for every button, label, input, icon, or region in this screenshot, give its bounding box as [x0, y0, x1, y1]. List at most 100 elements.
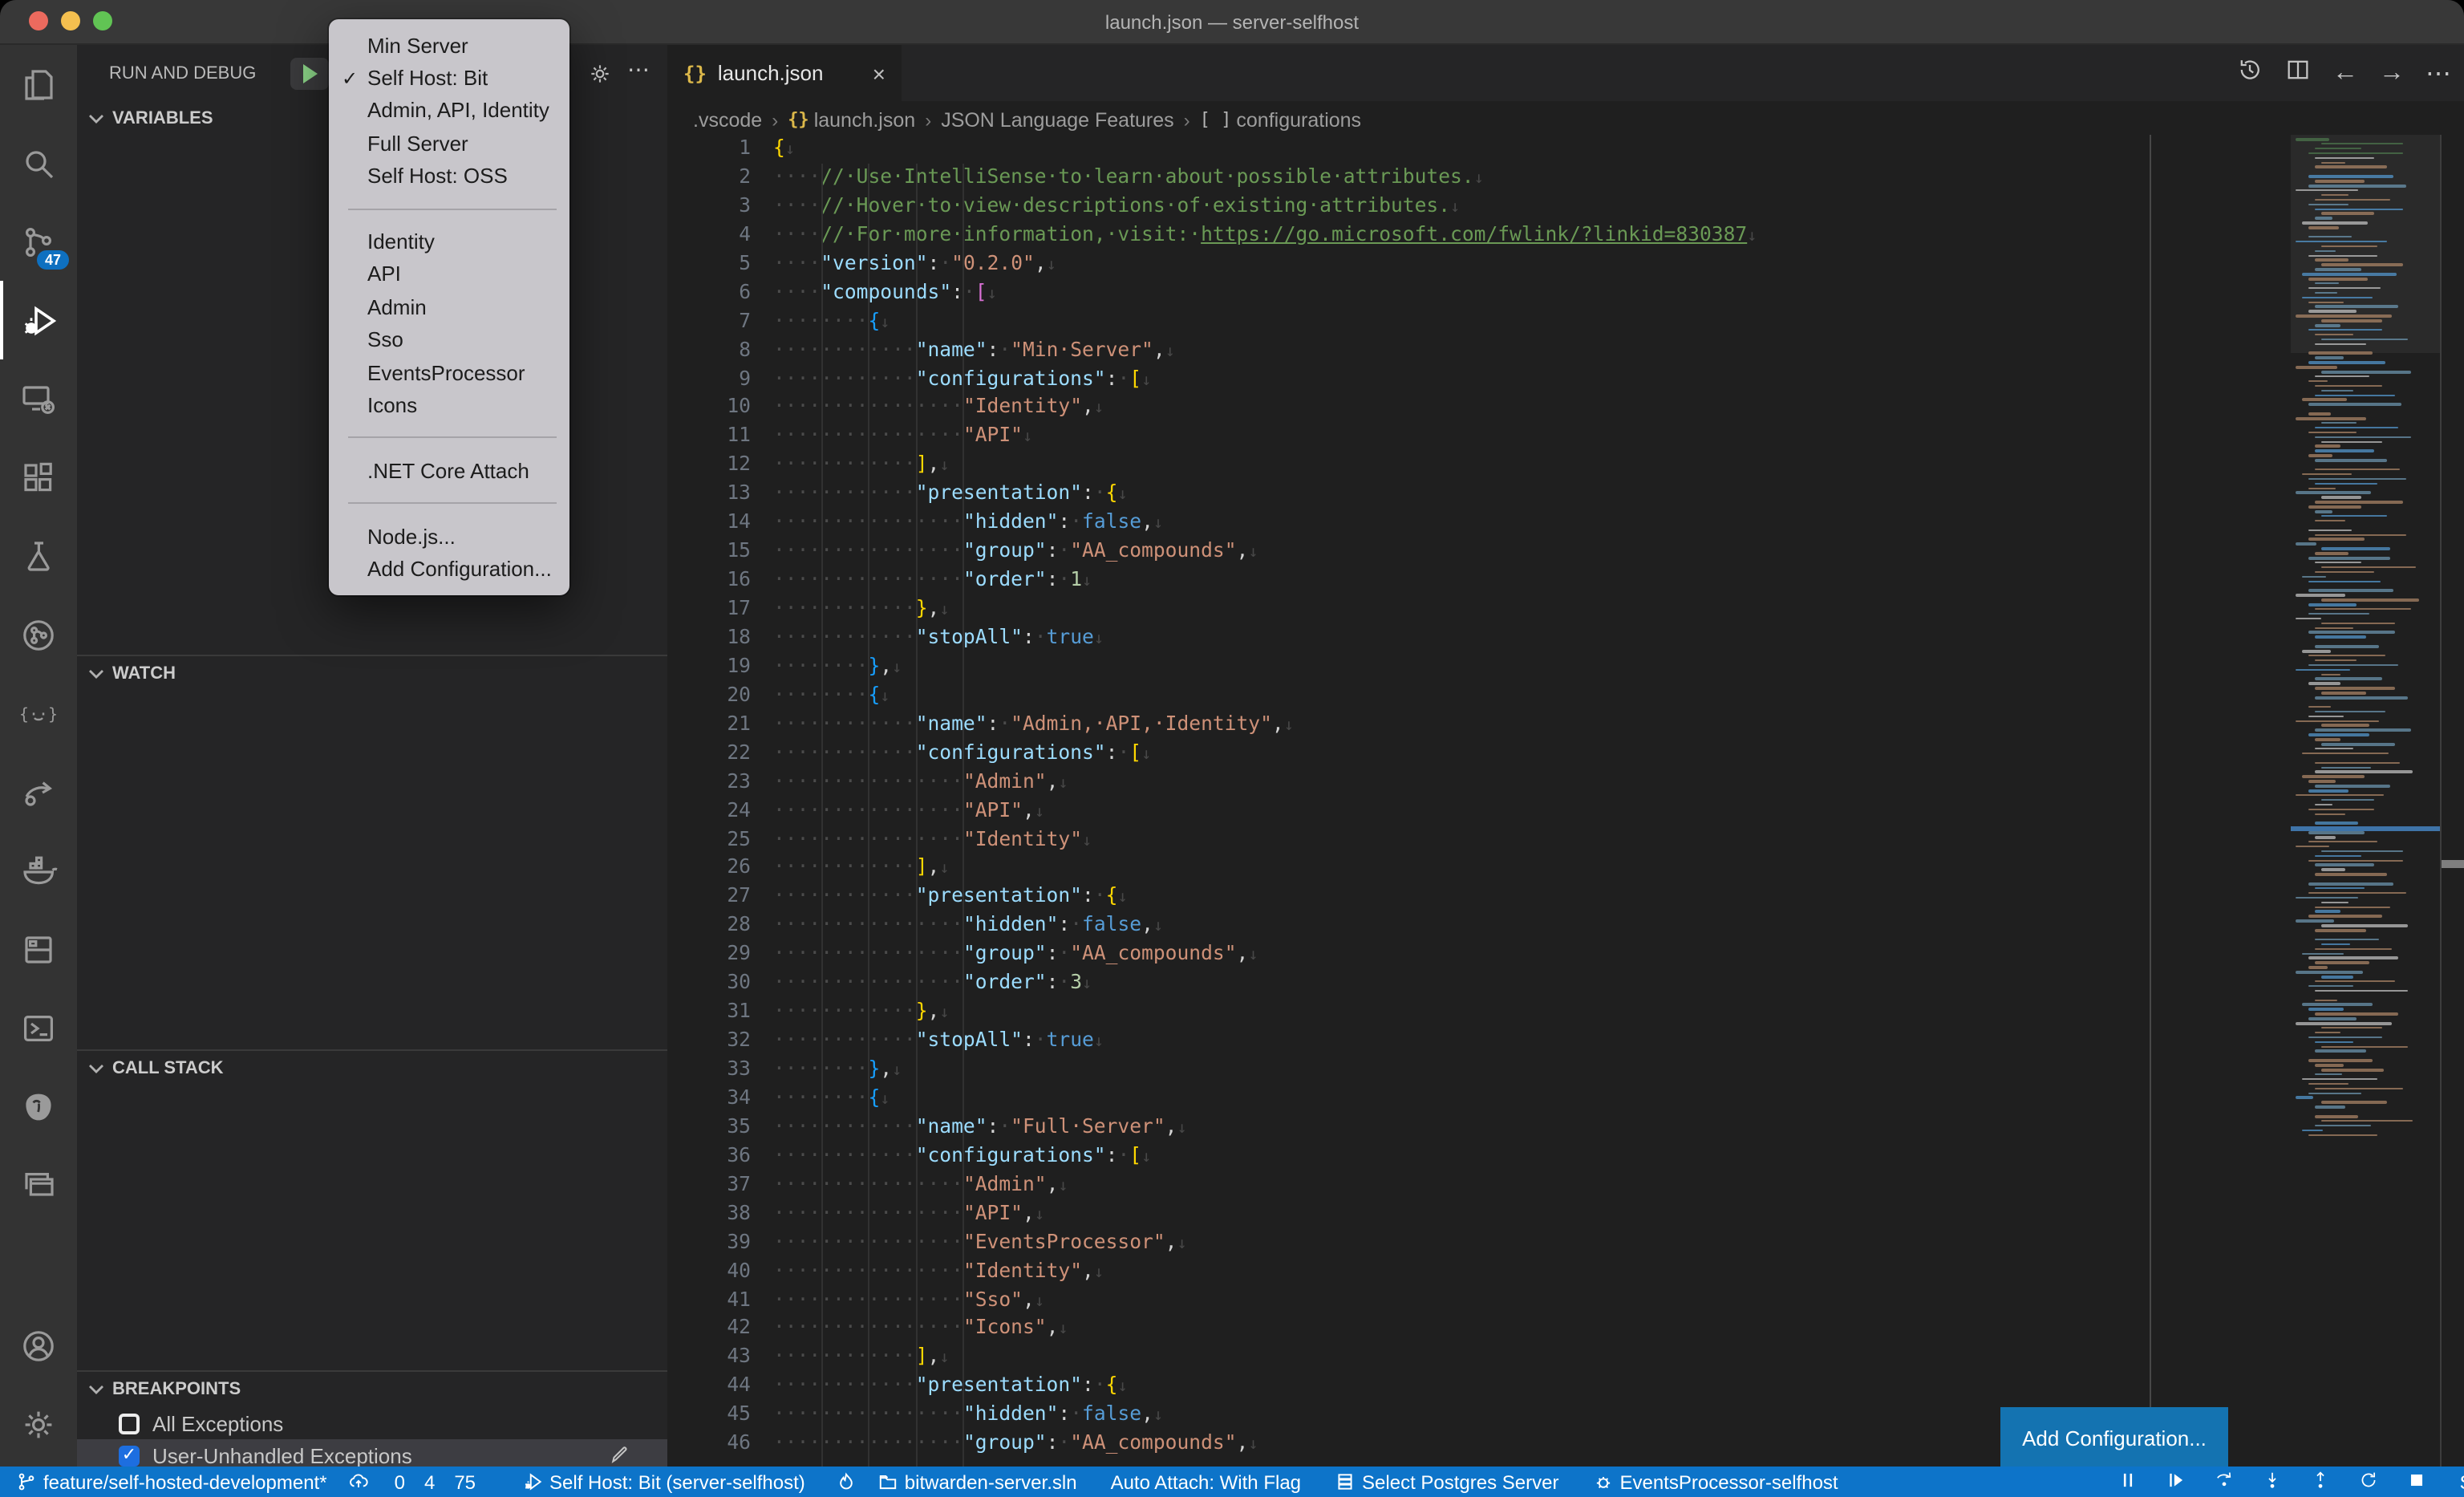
menu-item-node-js[interactable]: Node.js...	[329, 520, 569, 553]
code-line[interactable]: 6····"compounds":·[↓	[667, 278, 2464, 307]
postgres-icon[interactable]	[0, 1067, 77, 1146]
code-line[interactable]: 43············],↓	[667, 1344, 2464, 1373]
debug-settings-gear-icon[interactable]	[587, 60, 613, 86]
code-line[interactable]: 36············"configurations":·[↓	[667, 1142, 2464, 1171]
code-line[interactable]: 5····"version":·"0.2.0",↓	[667, 250, 2464, 279]
debug-session-item[interactable]: EventsProcessor-selfhost	[1592, 1471, 1838, 1493]
braces-icon[interactable]: {··}	[0, 674, 77, 753]
code-line[interactable]: 41················"Sso",↓	[667, 1286, 2464, 1315]
code-line[interactable]: 13············"presentation":·{↓	[667, 481, 2464, 509]
code-line[interactable]: 7········{↓	[667, 307, 2464, 336]
continue-icon[interactable]	[2166, 1469, 2187, 1495]
code-line[interactable]: 26············],↓	[667, 854, 2464, 883]
explorer-icon[interactable]	[0, 45, 77, 124]
breadcrumb-root[interactable]: .vscode	[693, 108, 762, 131]
extensions-icon[interactable]	[0, 438, 77, 517]
code-line[interactable]: 34········{↓	[667, 1085, 2464, 1114]
code-line[interactable]: 20········{↓	[667, 682, 2464, 711]
spell-checker-item[interactable]: Spell	[2454, 1471, 2464, 1493]
breakpoint-row[interactable]: All Exceptions	[77, 1407, 667, 1439]
step-over-icon[interactable]	[2215, 1469, 2235, 1495]
menu-item-self-host-oss[interactable]: Self Host: OSS	[329, 160, 569, 193]
menu-item-self-host-bit[interactable]: ✓Self Host: Bit	[329, 62, 569, 95]
code-line[interactable]: 33········},↓	[667, 1056, 2464, 1085]
menu-item-api[interactable]: API	[329, 258, 569, 290]
checkbox-unchecked[interactable]	[119, 1413, 140, 1434]
menu-item-icons[interactable]: Icons	[329, 389, 569, 422]
menu-item-identity[interactable]: Identity	[329, 225, 569, 258]
code-line[interactable]: 10················"Identity",↓	[667, 394, 2464, 423]
code-line[interactable]: 8············"name":·"Min·Server",↓	[667, 336, 2464, 365]
code-line[interactable]: 31············},↓	[667, 998, 2464, 1027]
code-line[interactable]: 29················"group":·"AA_compounds…	[667, 941, 2464, 970]
split-editor-icon[interactable]	[2284, 55, 2312, 91]
docker-icon[interactable]	[0, 831, 77, 910]
call-stack-section-header[interactable]: CALL STACK	[77, 1049, 667, 1086]
terminal-icon[interactable]	[0, 988, 77, 1067]
gitlens-icon[interactable]	[0, 595, 77, 674]
code-line[interactable]: 35············"name":·"Full·Server",↓	[667, 1114, 2464, 1142]
code-line[interactable]: 4····//·For·more·information,·visit:·htt…	[667, 221, 2464, 250]
minimize-window-button[interactable]	[61, 11, 80, 30]
tab-launch-json[interactable]: {} launch.json ×	[667, 45, 903, 101]
code-line[interactable]: 37················"Admin",↓	[667, 1171, 2464, 1200]
code-line[interactable]: 15················"group":·"AA_compounds…	[667, 538, 2464, 566]
breadcrumb-symbol[interactable]: configurations	[1236, 108, 1361, 131]
search-icon[interactable]	[0, 124, 77, 202]
code-line[interactable]: 30················"order":·3↓	[667, 969, 2464, 998]
code-line[interactable]: 22············"configurations":·[↓	[667, 739, 2464, 768]
zoom-window-button[interactable]	[93, 11, 112, 30]
restart-icon[interactable]	[2359, 1469, 2380, 1495]
solution-item[interactable]: bitwarden-server.sln	[877, 1471, 1077, 1493]
windows-icon[interactable]	[0, 1146, 77, 1224]
code-line[interactable]: 28················"hidden":·false,↓	[667, 912, 2464, 941]
menu-item-full-server[interactable]: Full Server	[329, 127, 569, 160]
code-line[interactable]: 24················"API",↓	[667, 797, 2464, 826]
menu-item-add-configuration[interactable]: Add Configuration...	[329, 553, 569, 586]
problems-item[interactable]: 0 4 75	[390, 1471, 485, 1493]
menu-item-admin-api-identity[interactable]: Admin, API, Identity	[329, 95, 569, 128]
breakpoints-section-header[interactable]: BREAKPOINTS	[77, 1370, 667, 1407]
select-postgres-item[interactable]: Select Postgres Server	[1335, 1471, 1558, 1493]
database-icon[interactable]	[0, 910, 77, 988]
close-tab-icon[interactable]: ×	[873, 60, 886, 86]
watch-section-header[interactable]: WATCH	[77, 655, 667, 692]
code-line[interactable]: 23················"Admin",↓	[667, 768, 2464, 797]
code-line[interactable]: 38················"API",↓	[667, 1199, 2464, 1228]
menu-item-sso[interactable]: Sso	[329, 323, 569, 356]
step-into-icon[interactable]	[2263, 1469, 2284, 1495]
code-line[interactable]: 27············"presentation":·{↓	[667, 883, 2464, 912]
timeline-history-icon[interactable]	[2236, 55, 2263, 91]
code-line[interactable]: 1{↓	[667, 135, 2464, 164]
minimap[interactable]	[2291, 135, 2440, 1467]
add-configuration-button[interactable]: Add Configuration...	[2000, 1407, 2228, 1467]
code-line[interactable]: 19········},↓	[667, 653, 2464, 682]
live-share-icon[interactable]	[0, 753, 77, 831]
code-line[interactable]: 40················"Identity",↓	[667, 1257, 2464, 1286]
checkbox-checked[interactable]: ✓	[119, 1445, 140, 1466]
more-actions-icon[interactable]: ⋯	[2426, 57, 2451, 89]
auto-attach-item[interactable]: Auto Attach: With Flag	[1111, 1471, 1301, 1493]
code-line[interactable]: 39················"EventsProcessor",↓	[667, 1228, 2464, 1257]
code-line[interactable]: 3····//·Hover·to·view·descriptions·of·ex…	[667, 193, 2464, 221]
breadcrumb-file[interactable]: launch.json	[814, 108, 916, 131]
code-line[interactable]: 12············],↓	[667, 452, 2464, 481]
step-out-icon[interactable]	[2311, 1469, 2332, 1495]
menu-item-net-core-attach[interactable]: .NET Core Attach	[329, 454, 569, 487]
test-beaker-icon[interactable]	[0, 517, 77, 595]
source-control-icon[interactable]: 47	[0, 202, 77, 281]
menu-item-admin[interactable]: Admin	[329, 290, 569, 323]
code-line[interactable]: 16················"order":·1↓	[667, 566, 2464, 595]
editor-scrollbar[interactable]	[2440, 135, 2464, 1467]
code-line[interactable]: 14················"hidden":·false,↓	[667, 509, 2464, 538]
code-line[interactable]: 18············"stopAll":·true↓	[667, 624, 2464, 653]
menu-item-eventsprocessor[interactable]: EventsProcessor	[329, 356, 569, 389]
code-area[interactable]: 1{↓2····//·Use·IntelliSense·to·learn·abo…	[667, 135, 2464, 1467]
debug-configuration-item[interactable]: Self Host: Bit (server-selfhost)	[522, 1471, 805, 1493]
menu-item-min-server[interactable]: Min Server	[329, 29, 569, 62]
navigate-forward-icon[interactable]: →	[2379, 59, 2405, 87]
views-more-actions-icon[interactable]: ⋯	[627, 56, 651, 83]
settings-gear-icon[interactable]	[0, 1385, 77, 1463]
hot-reload-item[interactable]	[836, 1471, 857, 1492]
code-line[interactable]: 42················"Icons",↓	[667, 1315, 2464, 1344]
